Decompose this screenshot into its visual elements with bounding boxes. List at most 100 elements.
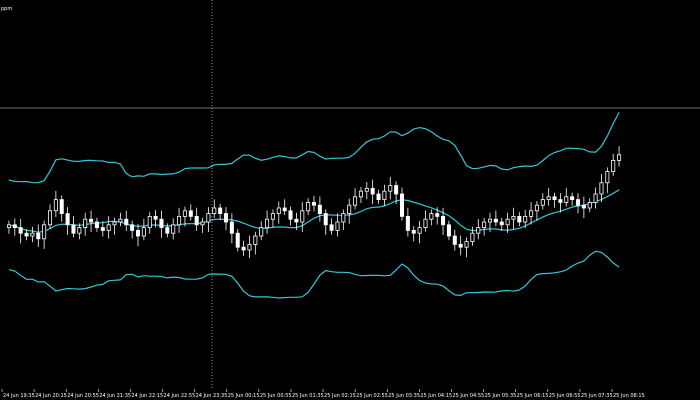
x-axis-tick-label: 25 Jun 04:15: [420, 393, 452, 399]
x-axis-tick-label: 25 Jun 01:35: [292, 393, 324, 399]
candle-body: [112, 221, 117, 226]
candle-body: [317, 204, 322, 214]
candle-body: [487, 218, 493, 223]
candle-body: [206, 213, 211, 223]
candle-body: [552, 196, 557, 201]
candle-body: [265, 218, 270, 228]
candle-body: [106, 224, 111, 231]
candle-body: [53, 199, 58, 212]
candle-body: [218, 207, 223, 214]
candle-body: [517, 215, 522, 223]
candle-body: [558, 199, 563, 203]
x-axis-tick-label: 25 Jun 02:55: [356, 393, 388, 399]
candle-body: [511, 215, 516, 220]
candle-body: [441, 215, 446, 226]
candle-body: [353, 196, 358, 206]
candle-body: [118, 218, 123, 223]
candle-body: [394, 185, 399, 195]
candle-body: [177, 215, 182, 226]
candle-body: [24, 232, 29, 237]
candle-body: [212, 207, 217, 214]
candle-body: [482, 221, 487, 228]
candle-body: [599, 182, 604, 195]
candle-body: [376, 193, 381, 200]
candle-body: [300, 210, 305, 223]
x-axis-tick-label: 24 Jun 19:35: [3, 393, 35, 399]
candle-body: [370, 187, 375, 195]
candle-body: [470, 232, 475, 242]
candle-body: [200, 221, 205, 226]
candle-body: [124, 218, 129, 226]
candle-body: [6, 224, 11, 229]
candle-body: [499, 221, 504, 226]
candle-body: [546, 196, 551, 201]
candle-body: [399, 193, 405, 217]
candle-body: [270, 213, 275, 220]
candle-body: [165, 227, 170, 234]
candle-body: [347, 204, 352, 214]
candle-body: [581, 204, 586, 209]
candle-body: [458, 243, 463, 248]
candle-body: [505, 218, 510, 226]
x-axis-tick-label: 25 Jun 00:55: [260, 393, 292, 399]
candle-body: [341, 213, 346, 223]
candle-body: [194, 215, 199, 226]
candle-body: [493, 218, 498, 223]
candle-body: [141, 227, 146, 237]
upper-band-line: [8, 112, 620, 184]
x-axis-tick-label: 24 Jun 23:35: [196, 393, 228, 399]
candle-body: [159, 218, 164, 228]
candle-body: [71, 224, 76, 234]
x-axis-tick-label: 25 Jun 04:55: [452, 393, 484, 399]
candle-body: [311, 201, 317, 206]
candle-body: [18, 227, 23, 234]
candle-body: [435, 213, 440, 217]
candle-body: [423, 218, 428, 228]
candle-body: [47, 210, 53, 226]
price-chart[interactable]: 24 Jun 19:35 24 Jun 20:15 24 Jun 20:55 24 J…: [0, 0, 700, 400]
candle-body: [153, 215, 158, 220]
candle-body: [529, 210, 534, 217]
candle-body: [182, 210, 187, 217]
candle-body: [306, 201, 311, 212]
candle-body: [564, 196, 569, 203]
candle-body: [188, 210, 193, 217]
candle-body: [587, 201, 592, 209]
x-axis-tick-label: 25 Jun 00:15: [228, 393, 260, 399]
candle-body: [83, 218, 88, 228]
candle-body: [65, 213, 70, 226]
candle-body: [364, 187, 369, 192]
candle-body: [575, 199, 581, 206]
candle-body: [335, 221, 340, 231]
candle-body: [247, 243, 252, 251]
candle-body: [89, 218, 94, 223]
lower-band-line: [8, 250, 620, 299]
candle-body: [570, 196, 575, 201]
candle-body: [464, 241, 469, 248]
candle-body: [358, 190, 363, 198]
candle-body: [59, 199, 64, 215]
candle-body: [282, 207, 287, 212]
candle-body: [223, 213, 229, 223]
x-axis-tick-label: 24 Jun 20:55: [67, 393, 99, 399]
candle-body: [253, 235, 258, 245]
candle-body: [476, 227, 481, 234]
candle-body: [100, 227, 105, 231]
candle-body: [235, 232, 240, 248]
candle-body: [617, 154, 622, 161]
candle-body: [417, 227, 422, 234]
candle-body: [405, 215, 410, 231]
candle-body: [593, 193, 598, 203]
x-axis-tick-label: 25 Jun 06:55: [549, 393, 581, 399]
x-axis-tick-label: 25 Jun 03:35: [388, 393, 420, 399]
candle-body: [411, 229, 416, 234]
candle-body: [36, 232, 41, 240]
x-axis-tick-label: 25 Jun 05:35: [485, 393, 517, 399]
candle-body: [147, 215, 152, 228]
x-axis-tick-label: 24 Jun 20:15: [35, 393, 67, 399]
chart-canvas[interactable]: 24 Jun 19:35 24 Jun 20:15 24 Jun 20:55 24 J…: [0, 0, 700, 400]
candle-body: [523, 215, 528, 223]
candle-body: [323, 213, 328, 226]
candle-body: [276, 207, 281, 214]
candle-body: [605, 171, 610, 184]
